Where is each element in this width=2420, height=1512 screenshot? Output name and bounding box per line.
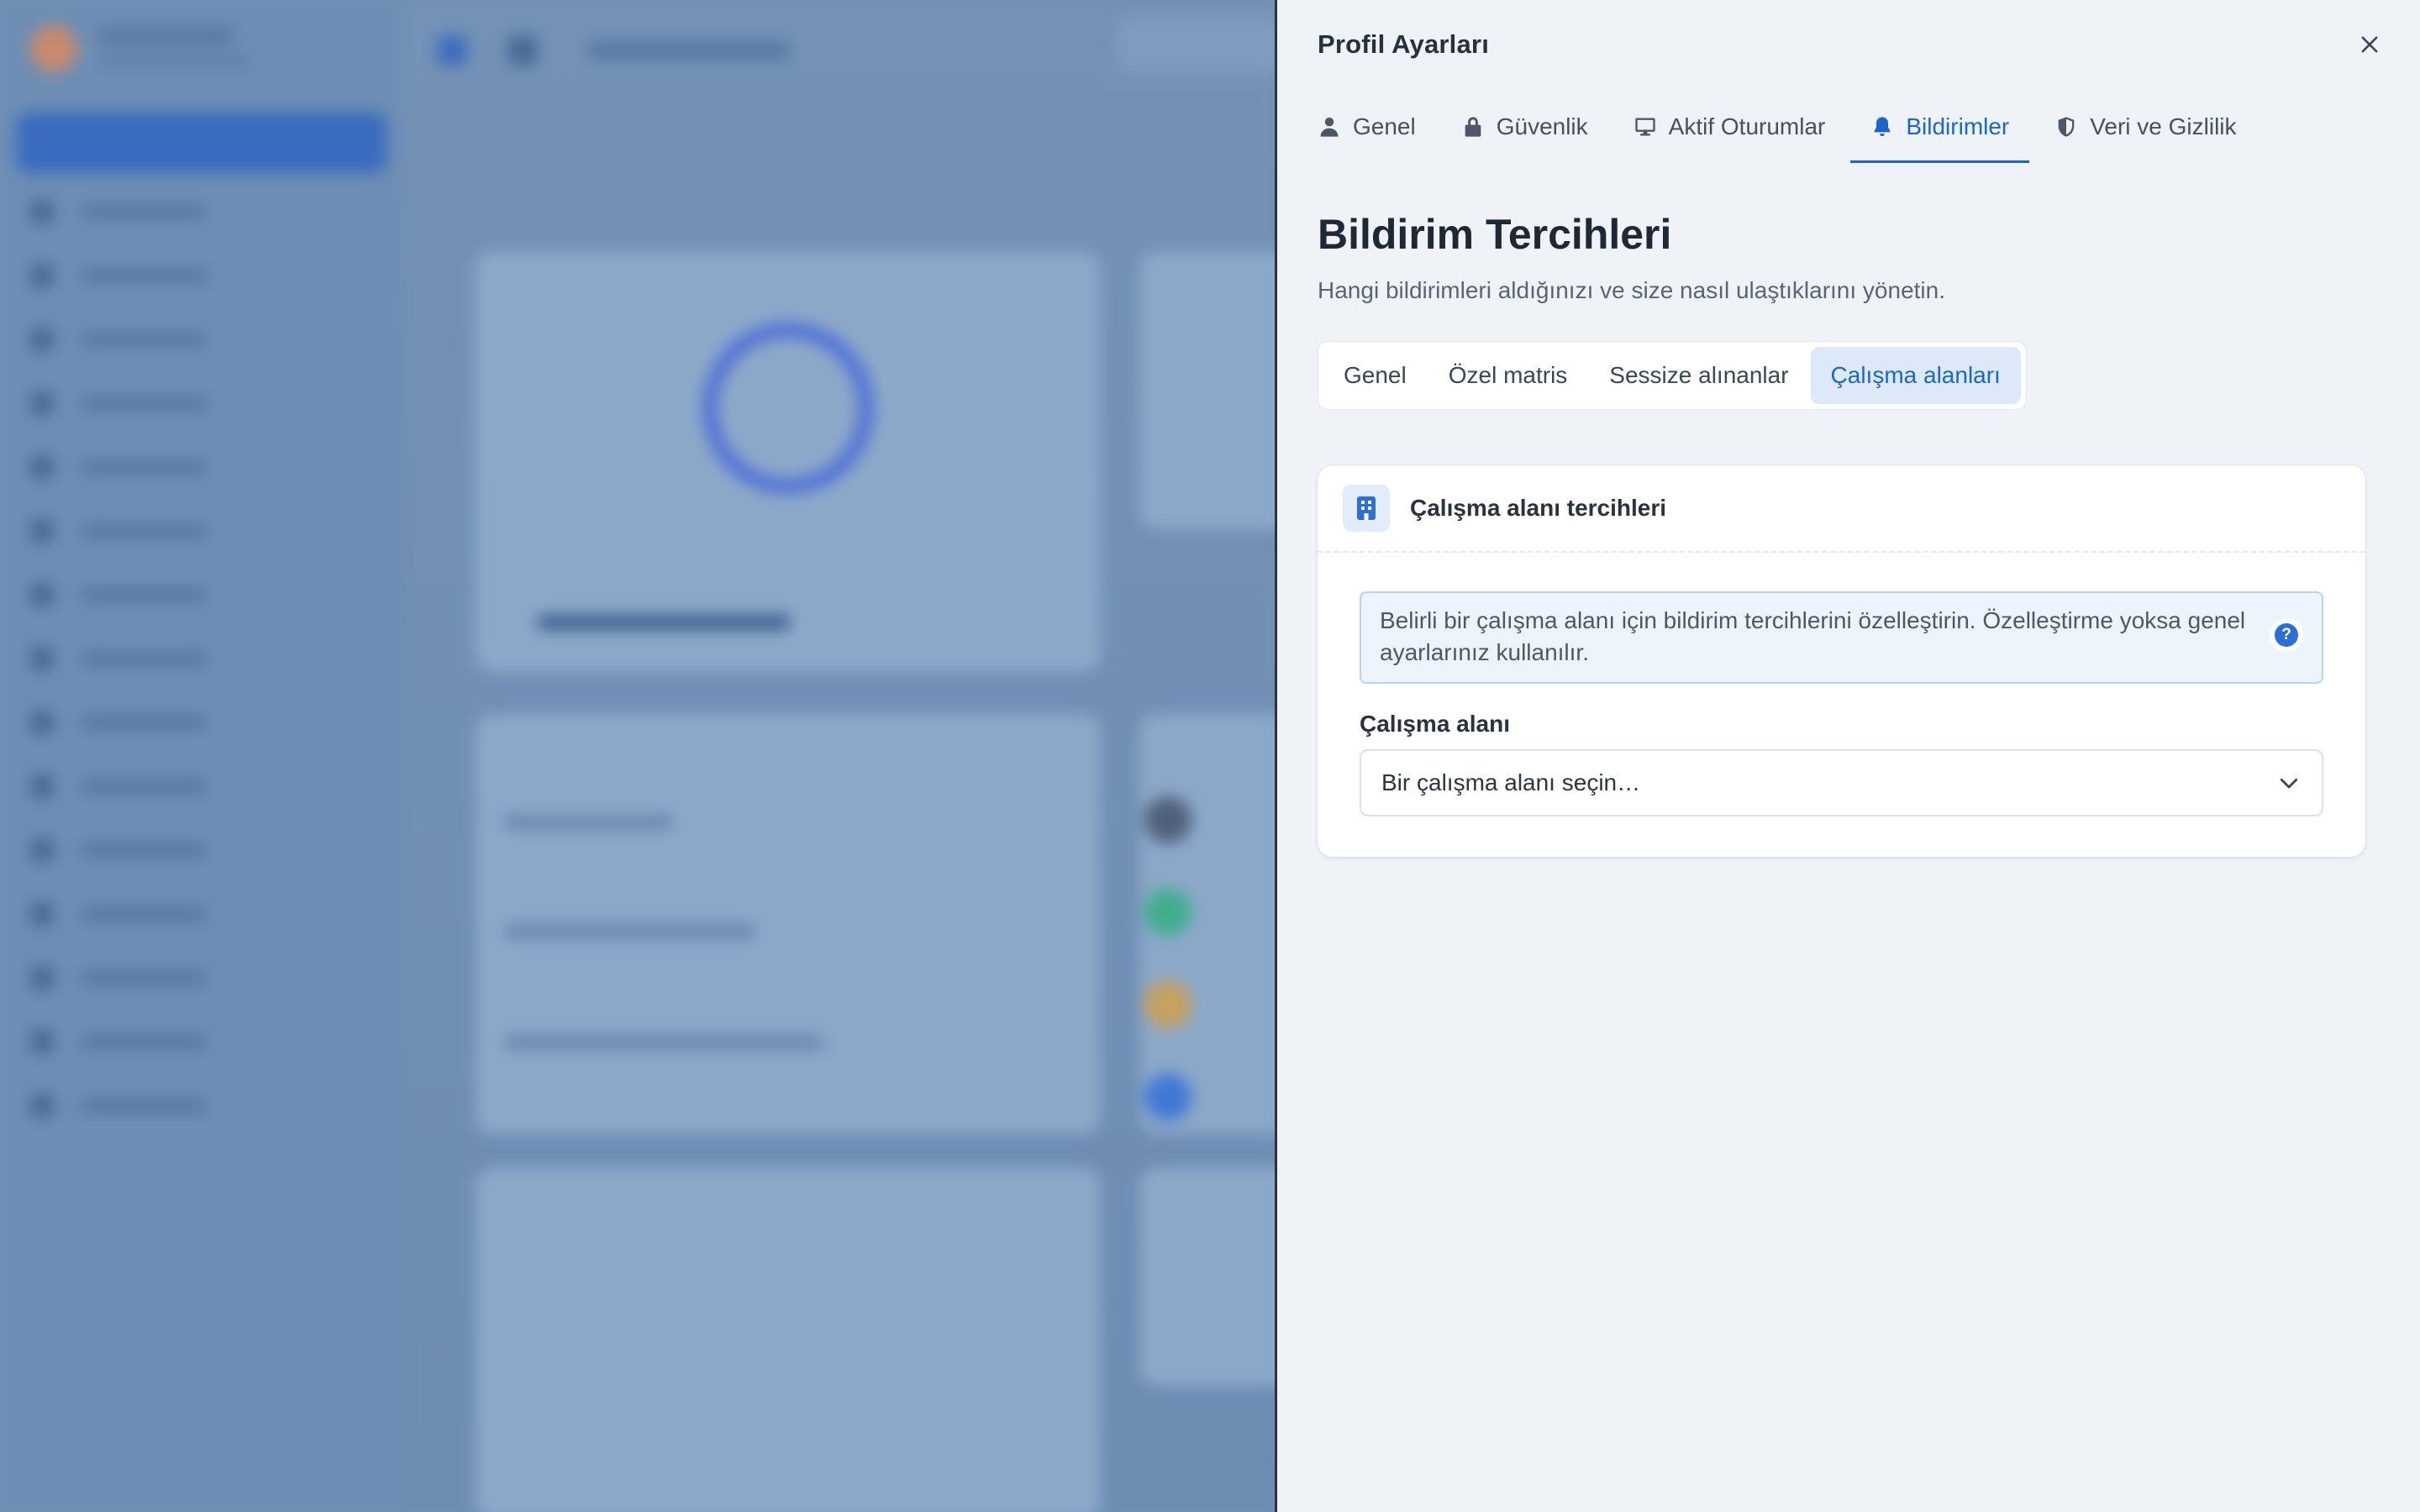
workspace-preferences-card: Çalışma alanı tercihleri Belirli bir çal… xyxy=(1318,465,2365,857)
background-nav-item xyxy=(30,326,282,351)
background-dot xyxy=(1144,981,1192,1028)
workspace-field-label: Çalışma alanı xyxy=(1360,711,1510,737)
background-card xyxy=(476,1168,1101,1512)
notification-sub-tabs: Genel Özel matris Sessize alınanlar Çalı… xyxy=(1318,341,2027,410)
background-brand xyxy=(99,27,234,45)
building-icon xyxy=(1357,496,1376,520)
background-dot xyxy=(1144,889,1192,936)
background-nav-item xyxy=(30,773,282,798)
background-nav-item xyxy=(30,1028,282,1053)
chevron-down-icon xyxy=(2280,778,2298,789)
panel-title: Profil Ayarları xyxy=(1318,29,1490,59)
panel-header: Profil Ayarları xyxy=(1318,0,2378,89)
subtab-calisma-alanlari[interactable]: Çalışma alanları xyxy=(1810,347,2021,404)
background-nav-item xyxy=(30,900,282,926)
background-nav-item xyxy=(30,262,282,287)
tab-label: Genel xyxy=(1353,113,1416,139)
background-app-blurred xyxy=(0,0,1307,1512)
background-nav-item xyxy=(30,837,282,862)
subtab-sessize-alinanlar[interactable]: Sessize alınanlar xyxy=(1589,347,1808,404)
section-title: Bildirim Tercihleri xyxy=(1318,211,1672,258)
background-nav-item xyxy=(30,645,282,670)
help-icon-glyph: ? xyxy=(2275,623,2298,647)
card-body: Belirli bir çalışma alanı için bildirim … xyxy=(1318,553,2365,857)
background-search xyxy=(1118,18,1286,72)
background-nav-item xyxy=(30,581,282,606)
shield-icon xyxy=(2058,117,2075,137)
background-nav-item xyxy=(30,390,282,415)
background-nav-item xyxy=(30,1092,282,1117)
background-dot xyxy=(1144,796,1192,843)
background-avatar xyxy=(30,25,77,72)
background-active-nav xyxy=(17,113,387,173)
section-description: Hangi bildirimleri aldığınızı ve size na… xyxy=(1318,277,1946,303)
close-button[interactable] xyxy=(2353,28,2386,61)
background-progress-ring xyxy=(702,323,874,494)
close-icon xyxy=(2361,36,2378,53)
background-nav-item xyxy=(30,198,282,223)
background-nav-item xyxy=(30,964,282,990)
tab-bildirimler[interactable]: Bildirimler xyxy=(1850,89,2030,165)
card-header: Çalışma alanı tercihleri xyxy=(1318,465,2365,553)
card-title: Çalışma alanı tercihleri xyxy=(1410,495,1667,521)
background-row xyxy=(504,1035,823,1050)
tab-label: Veri ve Gizlilik xyxy=(2090,113,2237,139)
workspace-select-value: Bir çalışma alanı seçin… xyxy=(1381,769,1641,795)
background-row xyxy=(504,924,756,939)
background-brand-sub xyxy=(99,55,250,67)
workspace-select[interactable]: Bir çalışma alanı seçin… xyxy=(1360,749,2323,816)
tab-aktif-oturumlar[interactable]: Aktif Oturumlar xyxy=(1613,89,1846,165)
subtab-genel[interactable]: Genel xyxy=(1323,347,1427,404)
background-sidebar xyxy=(0,0,403,1512)
tab-label: Bildirimler xyxy=(1906,113,2010,139)
tab-label: Güvenlik xyxy=(1496,113,1588,139)
tab-veri-ve-gizlilik[interactable]: Veri ve Gizlilik xyxy=(2034,89,2256,165)
info-text: Belirli bir çalışma alanı için bildirim … xyxy=(1380,607,2246,665)
info-callout: Belirli bir çalışma alanı için bildirim … xyxy=(1360,591,2323,684)
settings-tabs: Genel Güvenlik Aktif Oturumlar Bildiriml… xyxy=(1318,89,2365,165)
background-dot xyxy=(1144,1074,1192,1121)
lock-icon xyxy=(1465,117,1481,137)
background-row xyxy=(538,615,790,630)
subtab-ozel-matris[interactable]: Özel matris xyxy=(1428,347,1588,404)
tab-guvenlik[interactable]: Güvenlik xyxy=(1441,89,1608,165)
profile-settings-panel: Profil Ayarları Genel Güvenlik Aktif Otu… xyxy=(1275,0,2420,1512)
building-icon-container xyxy=(1343,485,1390,532)
help-icon[interactable]: ? xyxy=(2270,618,2303,652)
user-icon xyxy=(1320,117,1339,137)
tab-genel[interactable]: Genel xyxy=(1318,89,1436,165)
bell-icon xyxy=(1875,117,1891,137)
tab-label: Aktif Oturumlar xyxy=(1668,113,1826,139)
monitor-icon xyxy=(1634,118,1655,136)
background-nav-item xyxy=(30,517,282,543)
background-row xyxy=(504,815,672,830)
background-nav-item xyxy=(30,454,282,479)
background-nav-item xyxy=(30,709,282,734)
